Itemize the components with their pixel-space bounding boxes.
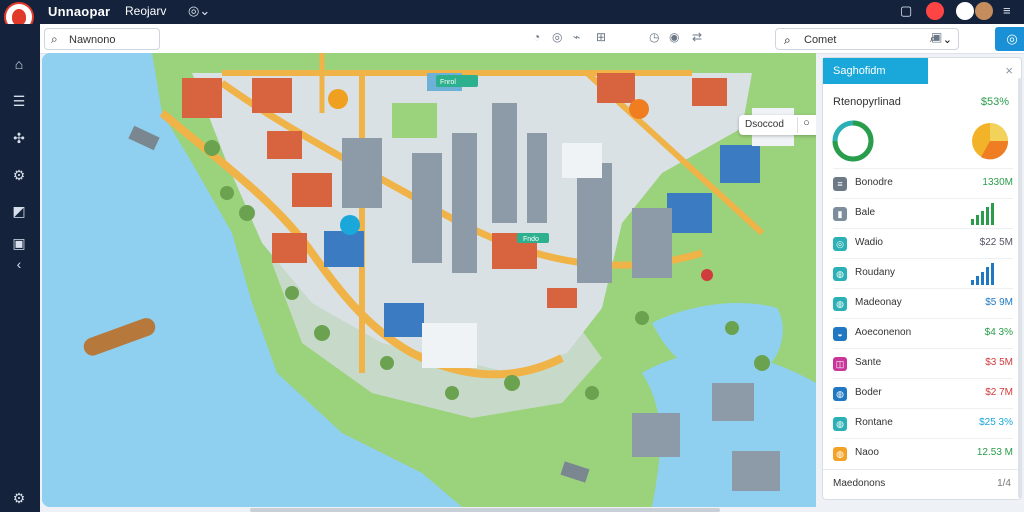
row-icon: ◒: [833, 327, 847, 341]
row-8[interactable]: ◍ Boder $2 7M: [833, 378, 1013, 408]
globe-icon[interactable]: ◉: [669, 30, 679, 44]
row-value: $25 3%: [979, 417, 1013, 428]
row-label: Wadio: [855, 237, 883, 248]
row-value: $5 9M: [985, 297, 1013, 308]
chart-icon[interactable]: ◩: [9, 201, 29, 221]
avatar[interactable]: [975, 2, 993, 20]
row-label: Rontane: [855, 417, 893, 428]
search-icon-2: ⌕: [784, 33, 791, 47]
row-4[interactable]: ◍ Roudany: [833, 258, 1013, 288]
chevron-down-icon: ⌄: [942, 34, 952, 46]
swap-icon[interactable]: ⇄: [692, 30, 702, 44]
clock-icon[interactable]: ◔: [533, 30, 540, 44]
dropdown-icon[interactable]: ◎⌄: [188, 3, 210, 19]
clock-icon-2[interactable]: ◷: [649, 30, 659, 44]
stats-panel: Saghofidm × Rtenopyrlinad $53% ≡ Bonodre…: [822, 57, 1023, 500]
row-icon: ◍: [833, 417, 847, 431]
vertical-scrollbar[interactable]: [1018, 78, 1022, 498]
row-label: Boder: [855, 387, 882, 398]
summary-value: $53%: [980, 96, 1009, 108]
row-10[interactable]: ◍ Naoo 12.53 M: [833, 438, 1013, 468]
status-icon: [956, 2, 974, 20]
map-label-1: Fnrol: [440, 79, 456, 86]
footer-label: Maedonons: [833, 478, 886, 489]
row-1[interactable]: ≡ Bonodre 1330M: [833, 168, 1013, 198]
row-label: Sante: [855, 357, 882, 368]
row-label: Bonodre: [855, 177, 893, 188]
summary-label: Rtenopyrlinad: [833, 96, 901, 108]
panel-footer: Maedonons 1/4: [823, 469, 1023, 499]
panel-title: Saghofidm: [823, 58, 928, 84]
toolbar: ⌕ Nawnono ◔ ◎ ⌁ ⊞ ◷ ◉ ⇄ ⌕ Comet ⌕ ⌄ ▣ ◎: [40, 24, 1024, 54]
horizontal-scrollbar[interactable]: [250, 508, 720, 512]
folder-icon[interactable]: ▢: [900, 3, 912, 19]
row-5[interactable]: ◍ Madeonay $5 9M: [833, 288, 1013, 318]
map-canvas: Fnrol Fndo: [42, 53, 816, 507]
row-label: Roudany: [855, 267, 896, 278]
row-value: $4 3%: [984, 327, 1013, 338]
left-sidebar: ⌂ ☰ ✣ ⚙ ◩ ▣ ‹ ⚙: [0, 24, 40, 512]
settings-icon[interactable]: ⚙: [9, 488, 29, 508]
row-value: $22 5M: [979, 237, 1013, 248]
gear-icon[interactable]: ⚙: [9, 165, 29, 185]
tree-icon[interactable]: ✣: [9, 128, 29, 148]
action-button[interactable]: ◎: [995, 27, 1024, 51]
row-value: $2 7M: [985, 387, 1013, 398]
row-value: 12.53 M: [976, 447, 1013, 458]
map-chip[interactable]: Dsoccod ○ ×: [739, 115, 816, 135]
city-map[interactable]: Fnrol Fndo Dsoccod ○ × ✣ ⛉ ◎ ◫ ⇩ ⇗: [42, 53, 816, 507]
sparkline: [971, 203, 1013, 225]
list-icon: ≡: [833, 177, 847, 191]
row-icon: ◍: [833, 267, 847, 281]
menu-icon[interactable]: ≡: [1003, 3, 1011, 18]
map-label-2: Fndo: [523, 236, 539, 243]
document-icon[interactable]: ☰: [9, 91, 29, 111]
row-icon: ◫: [833, 357, 847, 371]
row-icon: ◍: [833, 297, 847, 311]
row-value: 1330M: [982, 177, 1013, 188]
top-bar: Unnaopar Reojarv ◎⌄ ▢ ≡: [0, 0, 1024, 32]
brush-icon[interactable]: ⌁: [573, 30, 580, 44]
collapse-icon[interactable]: ‹: [9, 254, 29, 274]
row-7[interactable]: ◫ Sante $3 5M: [833, 348, 1013, 378]
row-icon: ◎: [833, 237, 847, 251]
notification-icon[interactable]: [926, 2, 944, 20]
menu-item[interactable]: Reojarv: [125, 4, 166, 18]
calendar-icon[interactable]: ▣: [9, 233, 29, 253]
sparkline: [971, 263, 1013, 285]
app-title: Unnaopar: [48, 4, 111, 19]
row-2[interactable]: ▮ Bale: [833, 198, 1013, 228]
row-9[interactable]: ◍ Rontane $25 3%: [833, 408, 1013, 438]
footer-value: 1/4: [997, 478, 1011, 489]
row-label: Bale: [855, 207, 876, 218]
charts: [832, 120, 1009, 162]
search-input[interactable]: ⌕ Nawnono: [44, 28, 160, 50]
search-text: Nawnono: [69, 34, 116, 46]
panel-header: Saghofidm ×: [823, 58, 1023, 84]
map-chip-circle[interactable]: ○: [797, 117, 815, 133]
row-icon: ◍: [833, 447, 847, 461]
row-3[interactable]: ◎ Wadio $22 5M: [833, 228, 1013, 258]
row-icon: ◍: [833, 387, 847, 401]
search-icon: ⌕: [51, 32, 58, 46]
location-text: Comet: [804, 34, 837, 46]
save-icon[interactable]: ⊞: [596, 30, 606, 44]
row-label: Naoo: [855, 447, 879, 458]
bars-icon: ▮: [833, 207, 847, 221]
row-label: Madeonay: [855, 297, 902, 308]
user-icon[interactable]: ◎: [552, 30, 562, 44]
close-icon[interactable]: ×: [1005, 63, 1013, 78]
map-chip-label: Dsoccod: [745, 119, 784, 130]
bookmark-icon[interactable]: ▣: [931, 30, 942, 44]
home-icon[interactable]: ⌂: [9, 54, 29, 74]
row-label: Aoeconenon: [855, 327, 912, 338]
row-value: $3 5M: [985, 357, 1013, 368]
row-6[interactable]: ◒ Aoeconenon $4 3%: [833, 318, 1013, 348]
